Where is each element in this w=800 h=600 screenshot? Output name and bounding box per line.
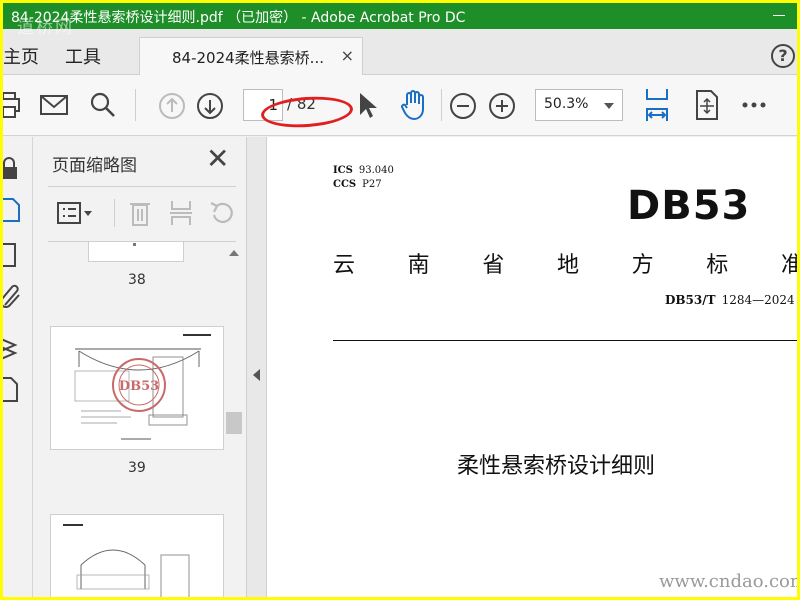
scroll-up-icon[interactable] <box>229 250 239 256</box>
heading-char: 准 <box>780 253 797 278</box>
page-thumbnails-panel: 页面缩略图 ✕ 38 DB53 39 <box>34 137 246 597</box>
tab-document[interactable]: 84-2024柔性悬索桥... × <box>139 37 363 76</box>
heading-char: 方 <box>631 253 654 278</box>
previous-page-icon[interactable] <box>158 92 186 120</box>
provincial-standard-heading: 云 南 省 地 方 标 准 <box>333 247 797 279</box>
standard-number: DB53/T 1284—2024 <box>665 293 795 307</box>
fit-width-icon[interactable] <box>643 87 671 123</box>
scrollbar-thumb[interactable] <box>226 412 242 434</box>
thumbnail-scrollbar[interactable] <box>224 242 244 597</box>
help-button[interactable]: ? <box>771 44 795 68</box>
layers-icon[interactable] <box>3 333 21 363</box>
ccs-value: P27 <box>362 179 382 190</box>
heading-char: 省 <box>482 253 505 278</box>
toolbar: 1 / 82 50.3% <box>3 75 797 136</box>
ics-label: ICS <box>333 165 353 176</box>
collapse-panel-icon[interactable] <box>253 369 260 381</box>
select-cursor-icon[interactable] <box>357 91 379 121</box>
standard-code-logo: DB53 <box>627 183 751 229</box>
print-icon[interactable] <box>3 91 21 119</box>
thumbnail-page-number: 38 <box>128 272 146 288</box>
insert-page-icon[interactable] <box>168 199 194 227</box>
zoom-out-icon[interactable] <box>449 92 477 120</box>
rotate-icon[interactable] <box>208 199 236 227</box>
hand-tool-icon[interactable] <box>399 89 429 121</box>
page-thumbnail-39[interactable]: DB53 <box>50 326 224 450</box>
thumbnail-options-icon[interactable] <box>56 201 96 225</box>
standard-prefix: DB53/T <box>665 293 716 307</box>
thumbnail-list[interactable]: 38 DB53 39 <box>34 242 246 597</box>
page-thumbnail-40[interactable] <box>50 514 224 597</box>
lock-icon[interactable] <box>3 157 21 181</box>
ics-code: ICS 93.040 <box>333 165 394 176</box>
standard-number-value: 1284—2024 <box>721 293 795 307</box>
page-thumbnails-icon[interactable] <box>3 195 23 223</box>
header-rule <box>333 340 797 341</box>
left-tool-rail <box>3 137 33 597</box>
email-icon[interactable] <box>39 93 69 117</box>
window-title: 84-2024柔性悬索桥设计细则.pdf （已加密） - Adobe Acrob… <box>11 10 466 26</box>
watermark-bottom: www.cndao.com <box>659 571 797 592</box>
watermark-top: 道桥网 <box>17 18 74 38</box>
ccs-label: CCS <box>333 179 357 190</box>
bookmark-icon[interactable] <box>3 241 21 269</box>
thumbnail-drawing <box>63 524 190 597</box>
page-thumbnail-38[interactable] <box>88 242 184 262</box>
tab-tools[interactable]: 工具 <box>65 43 101 69</box>
tab-home[interactable]: 主页 <box>3 43 39 69</box>
heading-char: 地 <box>556 253 579 278</box>
stamp-text: DB53 <box>119 379 159 394</box>
close-panel-button[interactable]: ✕ <box>206 145 229 173</box>
heading-char: 南 <box>407 253 430 278</box>
tab-bar: 主页 工具 84-2024柔性悬索桥... × ? <box>3 29 797 76</box>
fit-page-icon[interactable] <box>693 89 721 121</box>
ccs-code: CCS P27 <box>333 179 382 190</box>
delete-icon[interactable] <box>128 199 152 227</box>
chevron-down-icon <box>604 103 614 109</box>
search-icon[interactable] <box>89 91 117 119</box>
attachment-icon[interactable] <box>3 283 23 309</box>
document-icon[interactable] <box>3 375 21 403</box>
toolbar-separator <box>441 89 442 121</box>
zoom-level-select[interactable]: 50.3% <box>535 89 623 121</box>
title-bar: 84-2024柔性悬索桥设计细则.pdf （已加密） - Adobe Acrob… <box>3 3 797 29</box>
panel-separator <box>114 199 115 227</box>
minimize-button[interactable] <box>769 3 789 29</box>
more-options-icon[interactable] <box>741 101 769 109</box>
heading-char: 云 <box>333 253 356 278</box>
panel-splitter[interactable] <box>246 137 267 597</box>
thumbnail-drawing: DB53 <box>74 334 211 440</box>
toolbar-separator <box>135 89 136 121</box>
acrobat-window: 84-2024柔性悬索桥设计细则.pdf （已加密） - Adobe Acrob… <box>3 3 797 597</box>
document-tab-label: 84-2024柔性悬索桥... <box>172 49 324 67</box>
thumbnail-page-number: 39 <box>128 460 146 476</box>
document-view[interactable]: ICS 93.040 CCS P27 DB53 云 南 省 地 方 标 准 DB53… <box>267 137 797 597</box>
document-title: 柔性悬索桥设计细则 <box>457 454 656 479</box>
next-page-icon[interactable] <box>196 92 224 120</box>
panel-title: 页面缩略图 <box>52 156 137 176</box>
panel-divider <box>48 186 236 187</box>
close-tab-button[interactable]: × <box>341 46 354 65</box>
heading-char: 标 <box>706 253 729 278</box>
ics-value: 93.040 <box>358 165 394 176</box>
zoom-level-value: 50.3% <box>544 96 589 112</box>
zoom-in-icon[interactable] <box>488 92 516 120</box>
